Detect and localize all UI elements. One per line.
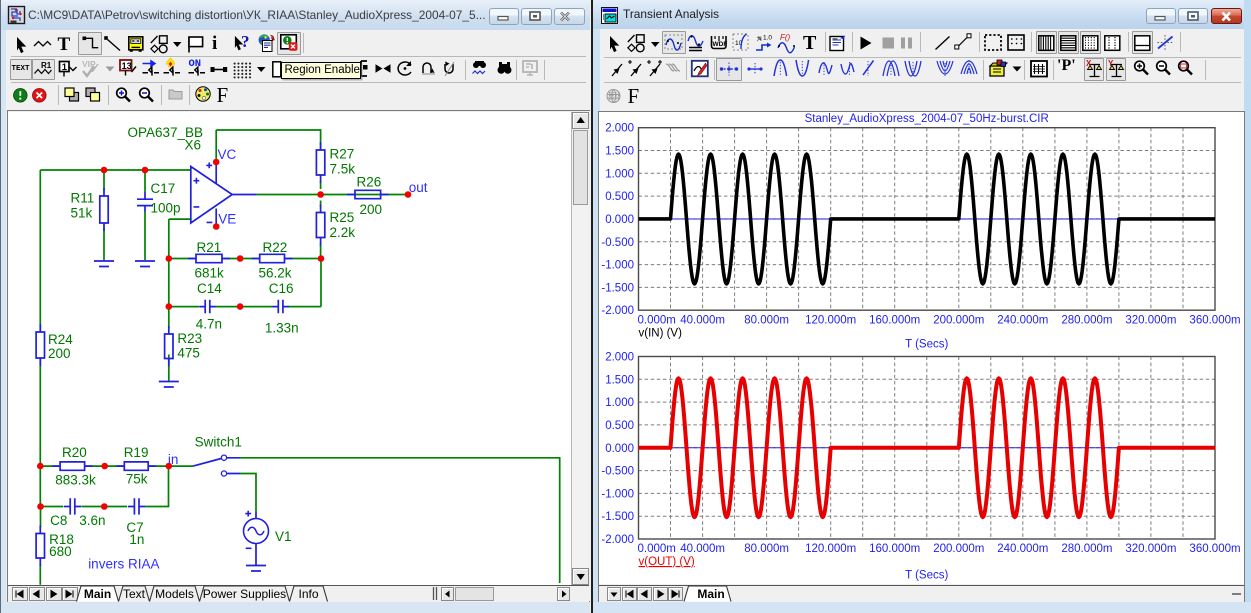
svg-text:R25: R25 [330,210,355,225]
svg-text:Switch1: Switch1 [195,435,242,450]
svg-text:80.000m: 80.000m [744,543,789,555]
svg-text:-1.500: -1.500 [601,511,634,523]
svg-text:C17: C17 [151,181,176,196]
svg-text:75k: 75k [126,472,148,487]
svg-text:4.7n: 4.7n [196,316,222,331]
svg-text:Main: Main [84,586,111,600]
svg-text:200: 200 [360,202,383,217]
svg-text:200.000m: 200.000m [933,543,984,555]
svg-text:Models: Models [155,586,194,600]
svg-text:VC: VC [218,147,237,162]
svg-text:0.500: 0.500 [605,191,634,203]
svg-text:out: out [409,180,428,195]
svg-text:0.000: 0.000 [605,443,634,455]
svg-text:240.000m: 240.000m [997,543,1048,555]
svg-text:C16: C16 [269,281,294,296]
svg-text:-0.500: -0.500 [601,237,634,249]
svg-text:-1.000: -1.000 [601,488,634,500]
svg-text:T (Secs): T (Secs) [905,570,948,582]
svg-text:Power Supplies: Power Supplies [203,586,286,600]
svg-text:320.000m: 320.000m [1125,315,1176,327]
svg-text:in: in [168,452,179,467]
svg-text:R21: R21 [197,240,222,255]
svg-text:7.5k: 7.5k [330,162,356,177]
svg-text:3.6n: 3.6n [79,513,105,528]
svg-text:200.000m: 200.000m [933,315,984,327]
svg-text:240.000m: 240.000m [997,315,1048,327]
svg-text:1: 1 [62,62,68,73]
svg-text:Main: Main [697,586,724,600]
svg-text:1.500: 1.500 [605,374,634,386]
svg-text:160.000m: 160.000m [869,315,920,327]
svg-text:2.2k: 2.2k [330,225,356,240]
svg-text:R27: R27 [330,147,355,162]
svg-text:320.000m: 320.000m [1125,543,1176,555]
svg-text:-1.000: -1.000 [601,260,634,272]
svg-text:T (Secs): T (Secs) [905,339,948,351]
svg-text:-0.500: -0.500 [601,466,634,478]
svg-text:0.500: 0.500 [605,420,634,432]
svg-text:X: X [1086,59,1092,68]
svg-text:1.000: 1.000 [605,397,634,409]
svg-text:160.000m: 160.000m [869,543,920,555]
svg-text:0.000m: 0.000m [638,543,676,555]
svg-text:R24: R24 [48,332,73,347]
svg-text:1.0: 1.0 [763,35,772,42]
svg-text:13: 13 [121,61,131,71]
svg-text:-1.500: -1.500 [601,282,634,294]
svg-text:R1: R1 [41,61,52,70]
svg-text:R19: R19 [124,445,149,460]
svg-text:Y: Y [1108,59,1114,68]
svg-text:Stanley_AudioXpress_2004-07_50: Stanley_AudioXpress_2004-07_50Hz-burst.C… [805,113,1049,125]
svg-text:120.000m: 120.000m [805,315,856,327]
svg-text:120.000m: 120.000m [805,543,856,555]
svg-text:R20: R20 [62,445,87,460]
svg-text:56.2k: 56.2k [259,266,292,281]
svg-text:1n: 1n [129,532,144,547]
svg-text:80.000m: 80.000m [744,315,789,327]
svg-text:200: 200 [48,346,71,361]
svg-text:0.000m: 0.000m [638,315,676,327]
svg-text:-2.000: -2.000 [601,305,634,317]
svg-text:v(IN) (V): v(IN) (V) [639,328,683,340]
svg-text:360.000m: 360.000m [1189,543,1240,555]
svg-text:Text: Text [123,586,146,600]
svg-text:40.000m: 40.000m [680,543,725,555]
svg-text:475: 475 [177,345,200,360]
svg-text:C8: C8 [50,513,67,528]
svg-text:280.000m: 280.000m [1061,315,1112,327]
svg-text:ON: ON [189,58,202,70]
svg-text:v(OUT) (V): v(OUT) (V) [639,556,695,568]
svg-text:R26: R26 [357,175,382,190]
svg-text:C14: C14 [197,281,222,296]
svg-text:invers RIAA: invers RIAA [88,557,159,572]
svg-text:280.000m: 280.000m [1061,543,1112,555]
svg-text:1.33n: 1.33n [265,320,299,335]
svg-text:40.000m: 40.000m [680,315,725,327]
svg-text:R23: R23 [177,331,202,346]
svg-text:1.500: 1.500 [605,146,634,158]
svg-text:R11: R11 [71,191,95,206]
svg-text:V1: V1 [275,529,292,544]
svg-text:360.000m: 360.000m [1189,315,1240,327]
svg-text:WDF: WDF [713,41,728,48]
svg-text:X6: X6 [185,138,202,153]
svg-text:51k: 51k [71,206,93,221]
svg-text:-2.000: -2.000 [601,534,634,546]
svg-text:681k: 681k [195,266,225,281]
svg-text:680: 680 [49,544,72,559]
svg-text:883.3k: 883.3k [55,472,96,487]
svg-text:100p: 100p [151,201,181,216]
svg-text:2.000: 2.000 [605,352,634,364]
svg-text:1.000: 1.000 [605,168,634,180]
svg-text:Info: Info [298,586,318,600]
svg-text:R22: R22 [263,240,288,255]
svg-text:VE: VE [218,212,236,227]
svg-text:F(): F() [780,33,791,42]
svg-text:2.000: 2.000 [605,123,634,135]
svg-text:0.000: 0.000 [605,214,634,226]
